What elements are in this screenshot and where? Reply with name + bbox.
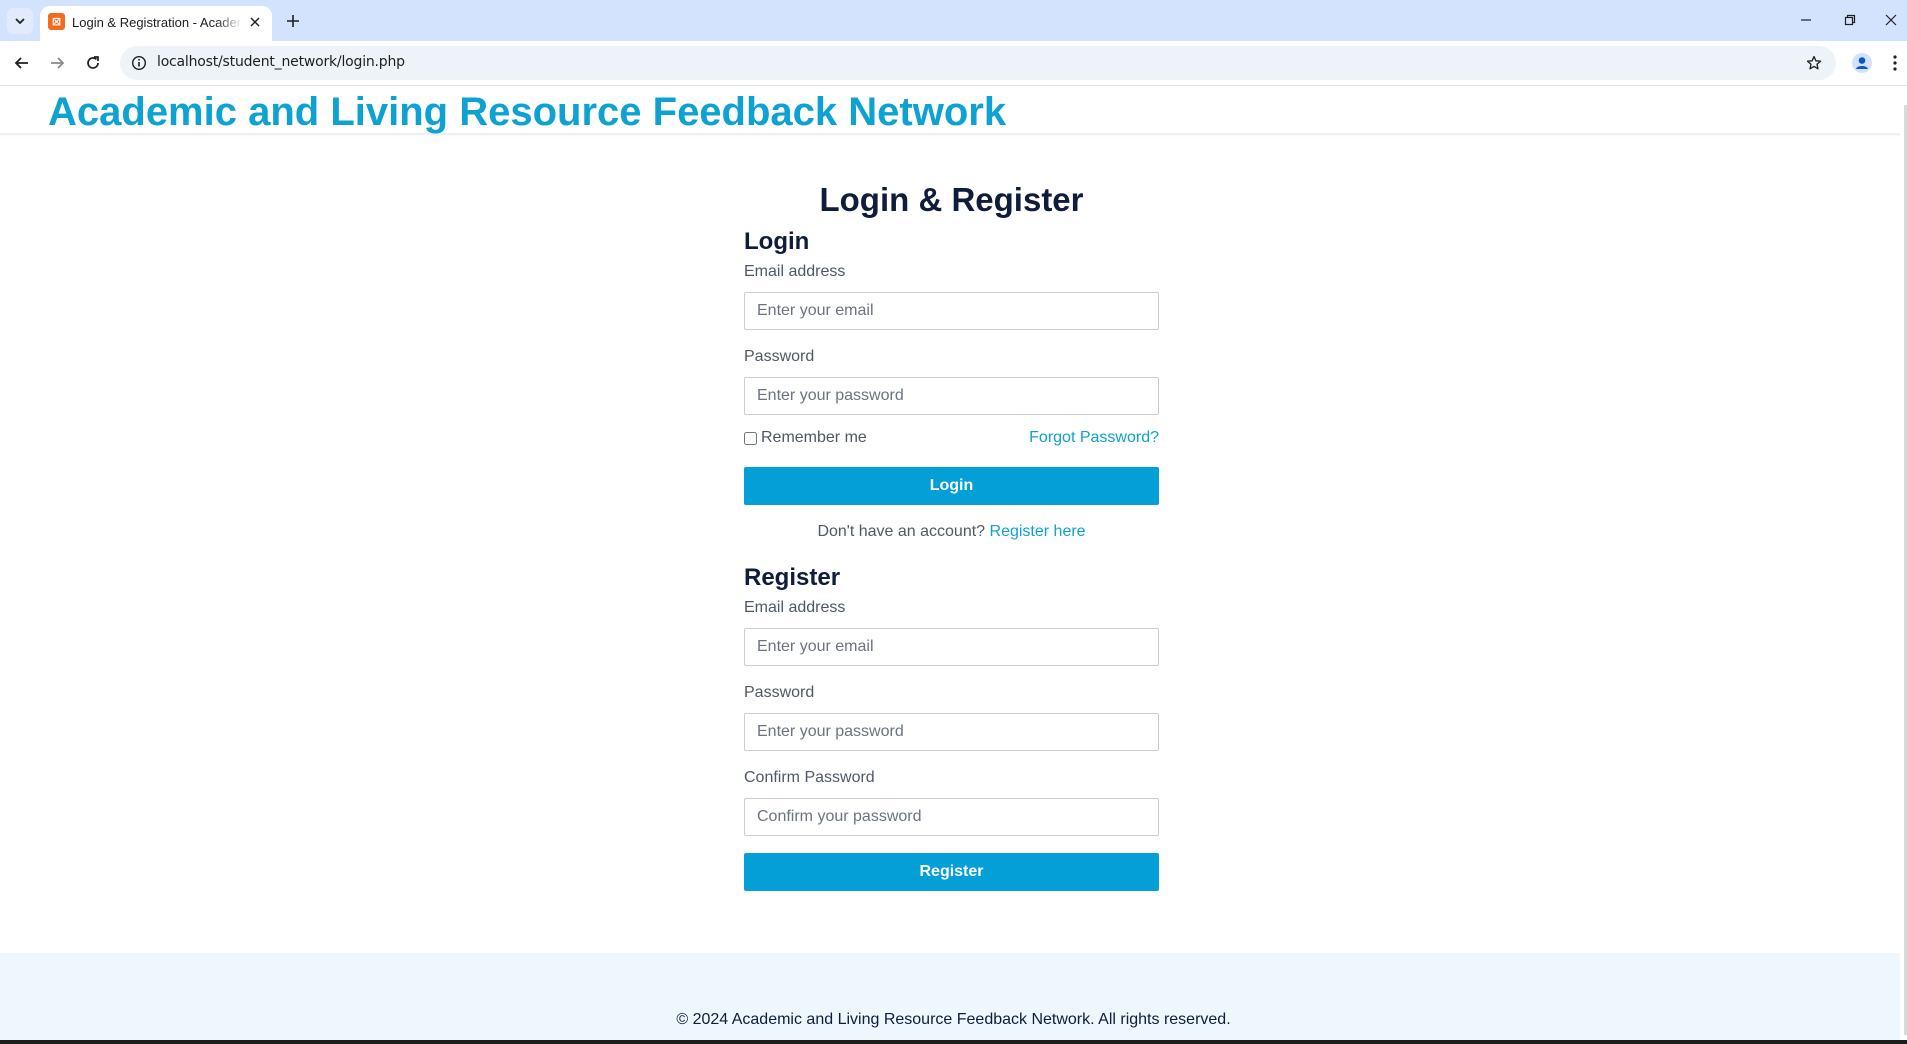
window-restore-button[interactable] — [1830, 6, 1870, 34]
remember-me[interactable]: Remember me — [744, 429, 867, 447]
xampp-favicon-icon: ⊠ — [48, 13, 65, 30]
arrow-left-icon — [14, 57, 28, 69]
register-heading: Register — [744, 564, 841, 591]
login-button[interactable]: Login — [744, 467, 1159, 505]
copyright-text: © 2024 Academic and Living Resource Feed… — [676, 1011, 1231, 1028]
browser-menu-button[interactable] — [1886, 51, 1904, 75]
register-prompt: Don't have an account? Register here — [744, 523, 1159, 543]
site-header: Academic and Living Resource Feedback Ne… — [0, 87, 1907, 135]
arrow-right-icon — [51, 57, 65, 69]
register-form: Register Email address Password Confirm … — [744, 564, 1159, 891]
profile-button[interactable] — [1850, 51, 1874, 75]
address-bar[interactable]: localhost/student_network/login.php — [120, 46, 1836, 80]
login-password-label: Password — [744, 348, 815, 365]
more-vertical-icon — [1893, 55, 1897, 71]
forgot-password-link[interactable]: Forgot Password? — [1029, 429, 1159, 447]
window-close-button[interactable] — [1871, 6, 1907, 34]
remember-me-label: Remember me — [761, 429, 867, 446]
remember-me-checkbox[interactable] — [744, 431, 757, 445]
tab-close-button[interactable] — [246, 13, 264, 31]
register-button[interactable]: Register — [744, 853, 1159, 891]
taskbar-edge — [0, 1040, 1907, 1044]
login-form: Login Email address Password Remember me… — [744, 228, 1159, 505]
close-icon — [1885, 14, 1897, 26]
login-email-label: Email address — [744, 263, 846, 280]
page-title: Login & Register — [819, 181, 1084, 218]
reload-button[interactable] — [77, 47, 109, 79]
login-email-input[interactable] — [744, 292, 1159, 330]
browser-toolbar: localhost/student_network/login.php — [0, 41, 1907, 86]
no-account-text: Don't have an account? — [817, 523, 986, 540]
star-icon — [1806, 55, 1822, 70]
auth-container: Login & Register Login Email address Pas… — [744, 181, 1159, 891]
minimize-icon — [1801, 19, 1811, 21]
site-title[interactable]: Academic and Living Resource Feedback Ne… — [48, 90, 1006, 135]
page-viewport: Academic and Living Resource Feedback Ne… — [0, 87, 1907, 1040]
url-text[interactable]: localhost/student_network/login.php — [157, 54, 405, 70]
forward-button[interactable] — [41, 47, 73, 79]
reload-icon — [87, 56, 99, 69]
plus-icon — [287, 15, 299, 27]
bookmark-button[interactable] — [1804, 53, 1824, 73]
chevron-down-icon — [15, 18, 25, 25]
close-icon — [250, 17, 260, 27]
login-heading: Login — [744, 228, 810, 255]
register-password-label: Password — [744, 684, 815, 701]
active-tab[interactable]: ⊠ Login & Registration - Academic and Li… — [40, 6, 272, 41]
site-info-button[interactable] — [129, 53, 149, 73]
tab-search-button[interactable] — [7, 8, 33, 34]
login-password-input[interactable] — [744, 377, 1159, 415]
restore-icon — [1844, 14, 1856, 26]
page-scrollbar[interactable] — [1900, 87, 1907, 1040]
remember-row: Remember me Forgot Password? — [744, 429, 1159, 452]
back-button[interactable] — [6, 47, 38, 79]
register-email-input[interactable] — [744, 628, 1159, 666]
browser-tab-strip: ⊠ Login & Registration - Academic and Li… — [0, 0, 1907, 41]
site-footer: © 2024 Academic and Living Resource Feed… — [0, 953, 1907, 1040]
confirm-password-label: Confirm Password — [744, 769, 875, 786]
confirm-password-input[interactable] — [744, 798, 1159, 836]
tab-title: Login & Registration - Academic and Livi… — [72, 15, 242, 30]
register-password-input[interactable] — [744, 713, 1159, 751]
info-icon — [131, 55, 147, 71]
window-minimize-button[interactable] — [1786, 6, 1826, 34]
register-here-link[interactable]: Register here — [990, 523, 1086, 540]
new-tab-button[interactable] — [280, 8, 306, 34]
person-icon — [1852, 53, 1872, 73]
register-email-label: Email address — [744, 599, 846, 616]
